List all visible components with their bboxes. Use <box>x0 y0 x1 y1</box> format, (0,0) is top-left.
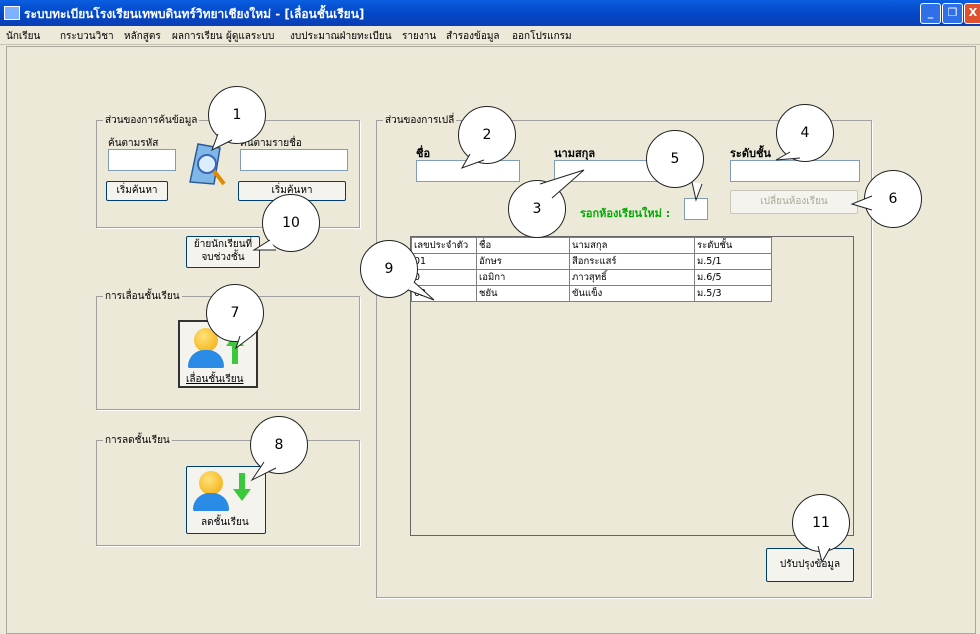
callout-tails <box>211 133 873 564</box>
